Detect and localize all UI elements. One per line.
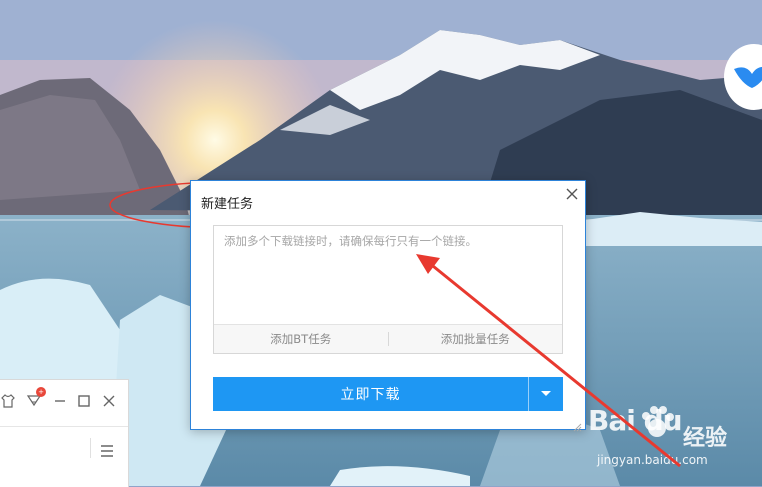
minimize-icon[interactable] xyxy=(52,393,68,409)
baidu-jingyan-watermark: Bai du 经验 jingyan.baidu.com xyxy=(583,398,762,478)
resize-grip-icon[interactable] xyxy=(573,417,582,432)
download-links-input[interactable] xyxy=(214,226,562,324)
close-icon[interactable] xyxy=(101,393,117,409)
task-type-row: 添加BT任务 添加批量任务 xyxy=(214,324,562,353)
notification-badge: + xyxy=(36,387,46,397)
new-task-dialog: 新建任务 添加BT任务 添加批量任务 立即下载 xyxy=(190,180,586,432)
watermark-url: jingyan.baidu.com xyxy=(597,453,708,467)
chevron-down-icon[interactable] xyxy=(529,377,563,411)
shirt-skin-icon[interactable] xyxy=(0,393,16,409)
close-icon[interactable] xyxy=(563,185,581,203)
dialog-title: 新建任务 xyxy=(201,197,254,212)
download-split-button: 立即下载 xyxy=(213,377,563,411)
download-now-button[interactable]: 立即下载 xyxy=(213,377,528,411)
watermark-brand-cn: 经验 xyxy=(683,426,728,451)
paw-icon xyxy=(642,406,674,437)
side-app-window: + xyxy=(0,379,129,487)
maximize-icon[interactable] xyxy=(76,393,92,409)
add-bt-task-button[interactable]: 添加BT任务 xyxy=(214,325,388,353)
menu-icon[interactable] xyxy=(100,442,114,457)
add-batch-task-button[interactable]: 添加批量任务 xyxy=(389,325,563,353)
window-titlebar: + xyxy=(0,380,128,427)
divider xyxy=(90,438,91,458)
link-input-box: 添加BT任务 添加批量任务 xyxy=(213,225,563,354)
